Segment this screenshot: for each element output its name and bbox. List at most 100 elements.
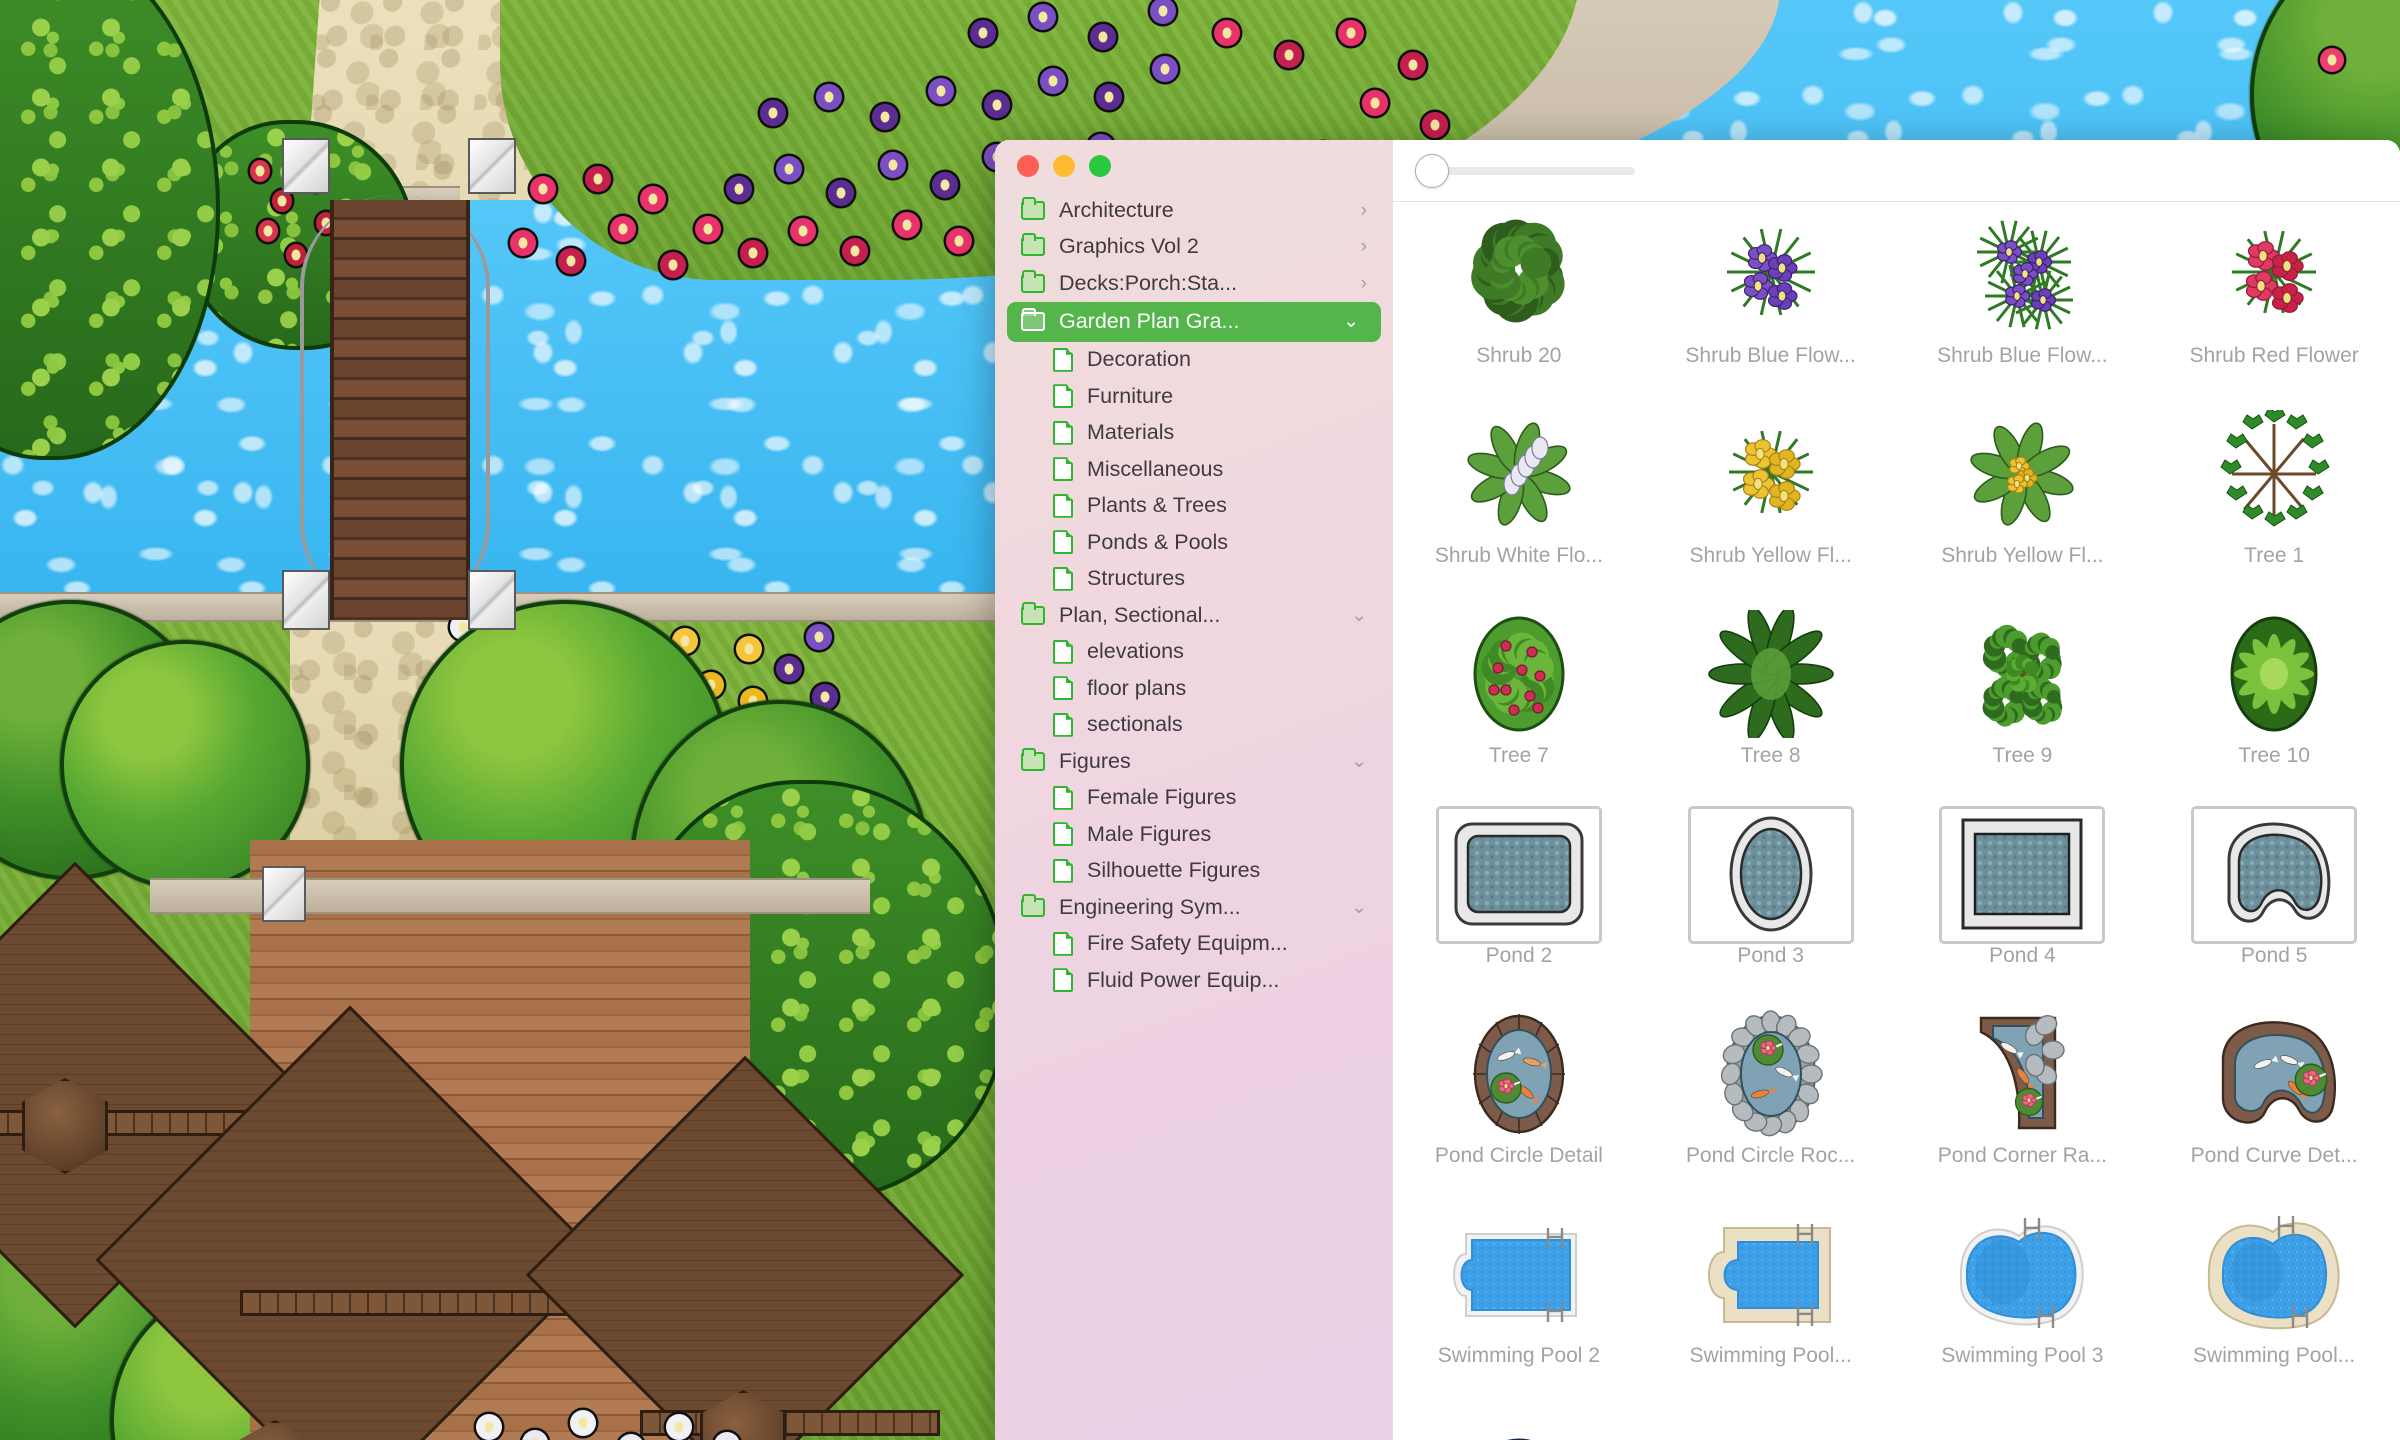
tree-berry-thumbnail[interactable] bbox=[1444, 610, 1594, 738]
library-item[interactable]: Pond 3 bbox=[1645, 802, 1897, 1002]
thumbnail-size-slider[interactable] bbox=[1415, 153, 1635, 188]
library-item-grid[interactable]: Shrub 20 Shrub Blue Flow... Shrub Blue Flo… bbox=[1393, 202, 2400, 1440]
pool-rect-deck-thumbnail[interactable] bbox=[1696, 1210, 1846, 1338]
sidebar-item-plants-trees[interactable]: Plants & Trees bbox=[995, 488, 1393, 525]
library-item[interactable]: Pond Corner Ra... bbox=[1897, 1002, 2149, 1202]
chevron-right-icon[interactable]: › bbox=[1361, 274, 1367, 293]
library-item[interactable] bbox=[1645, 1402, 1897, 1440]
sidebar-item-female-figures[interactable]: Female Figures bbox=[995, 780, 1393, 817]
library-item[interactable]: Shrub Blue Flow... bbox=[1645, 202, 1897, 402]
library-item[interactable]: Shrub White Flo... bbox=[1393, 402, 1645, 602]
library-item[interactable]: Swimming Pool... bbox=[1645, 1202, 1897, 1402]
spa-round-thumbnail[interactable] bbox=[1444, 1410, 1594, 1440]
library-item[interactable]: Tree 1 bbox=[2148, 402, 2400, 602]
chevron-right-icon[interactable]: › bbox=[1361, 201, 1367, 220]
pool-rect-thumbnail[interactable] bbox=[1444, 1210, 1594, 1338]
library-item[interactable]: Swimming Pool 3 bbox=[1897, 1202, 2149, 1402]
library-item[interactable]: Shrub Yellow Fl... bbox=[1897, 402, 2149, 602]
sidebar-item-decoration[interactable]: Decoration bbox=[995, 342, 1393, 379]
document-icon bbox=[1053, 640, 1073, 664]
pool-kidney-thumbnail[interactable] bbox=[1947, 1210, 2097, 1338]
pond-rounded-rect-thumbnail[interactable] bbox=[1435, 806, 1602, 944]
pond-curve-thumbnail[interactable] bbox=[2199, 1010, 2349, 1138]
sidebar-item-fluid-power-equip[interactable]: Fluid Power Equip... bbox=[995, 962, 1393, 999]
library-browser-window[interactable]: Architecture › Graphics Vol 2 › Decks:Porch:… bbox=[995, 140, 2400, 1440]
library-item[interactable]: Shrub 20 bbox=[1393, 202, 1645, 402]
library-item[interactable]: Shrub Red Flower bbox=[2148, 202, 2400, 402]
tree-ivy-thumbnail[interactable] bbox=[2199, 410, 2349, 538]
sidebar-item-garden-plan-gra[interactable]: Garden Plan Gra... ⌄ bbox=[1007, 301, 1381, 342]
sidebar-item-ponds-pools[interactable]: Ponds & Pools bbox=[995, 524, 1393, 561]
library-item[interactable] bbox=[1897, 1402, 2149, 1440]
pool-kidney-deck-thumbnail[interactable] bbox=[2199, 1210, 2349, 1338]
content-panel[interactable]: Shrub 20 Shrub Blue Flow... Shrub Blue Flo… bbox=[1393, 140, 2400, 1440]
zoom-button[interactable] bbox=[1089, 155, 1111, 177]
window-titlebar[interactable] bbox=[995, 140, 1393, 192]
slider-knob[interactable] bbox=[1415, 153, 1449, 188]
sidebar-item-male-figures[interactable]: Male Figures bbox=[995, 816, 1393, 853]
sidebar-item-figures[interactable]: Figures ⌄ bbox=[995, 743, 1393, 780]
library-item[interactable]: Shrub Blue Flow... bbox=[1897, 202, 2149, 402]
library-item[interactable] bbox=[1393, 1402, 1645, 1440]
library-item[interactable] bbox=[2148, 1402, 2400, 1440]
library-item[interactable]: Shrub Yellow Fl... bbox=[1645, 402, 1897, 602]
sidebar-item-silhouette-figures[interactable]: Silhouette Figures bbox=[995, 853, 1393, 890]
tree-fern-thumbnail[interactable] bbox=[1696, 610, 1846, 738]
shrub-yellow-cluster-thumbnail[interactable] bbox=[1696, 410, 1846, 538]
sidebar[interactable]: Architecture › Graphics Vol 2 › Decks:Porch:… bbox=[995, 140, 1393, 1440]
pond-circle-detail-thumbnail[interactable] bbox=[1444, 1010, 1594, 1138]
shrub-purple-thumbnail[interactable] bbox=[1696, 210, 1846, 338]
bench-1-thumbnail[interactable] bbox=[1947, 1410, 2097, 1440]
sidebar-item-materials[interactable]: Materials bbox=[995, 415, 1393, 452]
sidebar-item-elevations[interactable]: elevations bbox=[995, 634, 1393, 671]
sidebar-item-fire-safety-equipm[interactable]: Fire Safety Equipm... bbox=[995, 926, 1393, 963]
sidebar-item-furniture[interactable]: Furniture bbox=[995, 378, 1393, 415]
chevron-down-icon[interactable]: ⌄ bbox=[1343, 312, 1359, 331]
pond-square-thumbnail[interactable] bbox=[1939, 806, 2106, 944]
close-button[interactable] bbox=[1017, 155, 1039, 177]
sidebar-item-floor-plans[interactable]: floor plans bbox=[995, 670, 1393, 707]
spa-round2-thumbnail[interactable] bbox=[1696, 1410, 1846, 1440]
sidebar-item-structures[interactable]: Structures bbox=[995, 561, 1393, 598]
library-item[interactable]: Pond Circle Detail bbox=[1393, 1002, 1645, 1202]
library-item[interactable]: Pond 5 bbox=[2148, 802, 2400, 1002]
library-item[interactable]: Swimming Pool 2 bbox=[1393, 1202, 1645, 1402]
shrub-purple-spiky-thumbnail[interactable] bbox=[1947, 210, 2097, 338]
library-item[interactable]: Pond 4 bbox=[1897, 802, 2149, 1002]
shrub-white-thumbnail[interactable] bbox=[1444, 410, 1594, 538]
pond-oval-thumbnail[interactable] bbox=[1687, 806, 1854, 944]
library-item[interactable]: Tree 9 bbox=[1897, 602, 2149, 802]
library-item[interactable]: Tree 7 bbox=[1393, 602, 1645, 802]
sidebar-item-sectionals[interactable]: sectionals bbox=[995, 707, 1393, 744]
pond-corner-thumbnail[interactable] bbox=[1947, 1010, 2097, 1138]
library-item[interactable]: Swimming Pool... bbox=[2148, 1202, 2400, 1402]
library-item[interactable]: Pond 2 bbox=[1393, 802, 1645, 1002]
pond-circle-rock-thumbnail[interactable] bbox=[1696, 1010, 1846, 1138]
library-item[interactable]: Pond Curve Det... bbox=[2148, 1002, 2400, 1202]
sidebar-item-decks-porch-sta[interactable]: Decks:Porch:Sta... › bbox=[995, 265, 1393, 302]
chevron-right-icon[interactable]: › bbox=[1361, 237, 1367, 256]
shrub-yellow-center-thumbnail[interactable] bbox=[1947, 410, 2097, 538]
pond-kidney-thumbnail[interactable] bbox=[2191, 806, 2358, 944]
sidebar-item-miscellaneous[interactable]: Miscellaneous bbox=[995, 451, 1393, 488]
shrub-red-thumbnail[interactable] bbox=[2199, 210, 2349, 338]
folder-tree[interactable]: Architecture › Graphics Vol 2 › Decks:Porch:… bbox=[995, 192, 1393, 1440]
chevron-down-icon[interactable]: ⌄ bbox=[1351, 752, 1367, 771]
toolbar[interactable] bbox=[1393, 140, 2400, 202]
bench-2-thumbnail[interactable] bbox=[2199, 1410, 2349, 1440]
library-item[interactable]: Tree 8 bbox=[1645, 602, 1897, 802]
sidebar-item-graphics-vol-2[interactable]: Graphics Vol 2 › bbox=[995, 229, 1393, 266]
slider-track[interactable] bbox=[1432, 166, 1635, 175]
sidebar-item-plan-sectional[interactable]: Plan, Sectional... ⌄ bbox=[995, 597, 1393, 634]
minimize-button[interactable] bbox=[1053, 155, 1075, 177]
chevron-down-icon[interactable]: ⌄ bbox=[1351, 606, 1367, 625]
shrub-dark-thumbnail[interactable] bbox=[1444, 210, 1594, 338]
gazebo-ridge-2 bbox=[240, 1290, 570, 1316]
tree-split-thumbnail[interactable] bbox=[1947, 610, 2097, 738]
sidebar-item-architecture[interactable]: Architecture › bbox=[995, 192, 1393, 229]
library-item[interactable]: Tree 10 bbox=[2148, 602, 2400, 802]
sidebar-item-engineering-sym[interactable]: Engineering Sym... ⌄ bbox=[995, 889, 1393, 926]
chevron-down-icon[interactable]: ⌄ bbox=[1351, 898, 1367, 917]
library-item[interactable]: Pond Circle Roc... bbox=[1645, 1002, 1897, 1202]
tree-dense-thumbnail[interactable] bbox=[2199, 610, 2349, 738]
